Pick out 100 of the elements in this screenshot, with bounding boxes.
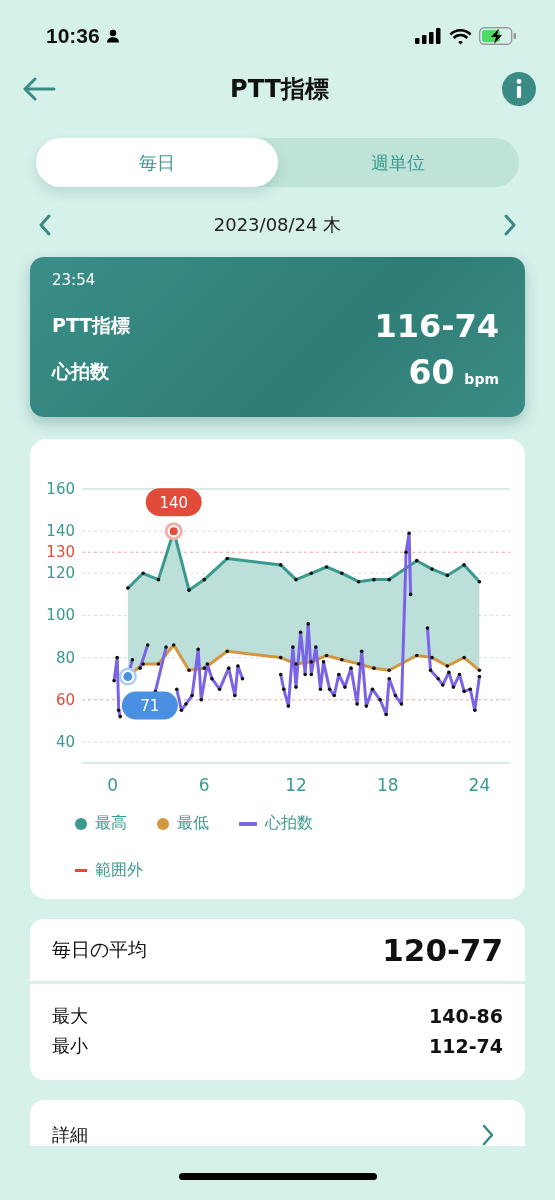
stat-label: 最小 — [52, 1034, 88, 1058]
data-point — [364, 704, 369, 708]
data-point — [451, 685, 456, 689]
data-point — [278, 672, 283, 677]
data-point — [468, 687, 473, 692]
person-icon — [105, 29, 120, 43]
data-point — [430, 655, 434, 660]
data-point — [199, 697, 204, 702]
legend-label: 心拍数 — [265, 813, 313, 834]
data-point — [445, 573, 450, 578]
data-point — [286, 704, 291, 708]
reading-value: 116-74 — [374, 307, 499, 345]
data-point — [477, 579, 482, 584]
data-point — [309, 571, 314, 576]
data-point — [430, 567, 434, 571]
details-row[interactable]: 詳細 — [30, 1100, 525, 1146]
data-point — [126, 586, 130, 590]
legend-label: 範囲外 — [95, 860, 143, 881]
data-point — [343, 685, 347, 689]
data-point — [145, 643, 150, 647]
legend-dot-icon — [75, 817, 87, 830]
data-point — [303, 672, 307, 677]
data-point — [407, 531, 411, 536]
data-point — [314, 645, 318, 649]
y-axis-label: 130 — [46, 543, 75, 562]
x-axis-label: 18 — [376, 775, 399, 795]
data-point — [190, 693, 194, 698]
info-button[interactable] — [501, 71, 537, 107]
data-point — [187, 668, 191, 673]
status-time: 10:36 — [46, 24, 100, 48]
next-day-button[interactable] — [503, 214, 517, 236]
data-point — [309, 672, 314, 677]
y-axis-label: 120 — [46, 564, 75, 583]
data-point — [306, 622, 311, 626]
data-point — [278, 563, 283, 567]
stat-label: 最大 — [52, 1004, 88, 1028]
data-point — [309, 660, 314, 664]
data-point — [294, 577, 298, 582]
peak-marker — [164, 522, 183, 541]
data-point — [324, 653, 329, 658]
data-point — [355, 702, 359, 706]
data-point — [298, 630, 303, 635]
data-point — [233, 693, 237, 698]
data-point — [281, 687, 286, 692]
data-point — [318, 687, 323, 692]
data-point — [184, 702, 188, 706]
data-point — [414, 653, 419, 658]
x-axis-label: 0 — [107, 775, 118, 795]
reading-time: 23:54 — [52, 271, 97, 289]
data-point — [387, 577, 392, 582]
data-point — [404, 550, 408, 555]
data-point — [414, 558, 419, 563]
period-tab[interactable]: 毎日 — [36, 138, 278, 187]
data-point — [291, 645, 295, 649]
y-axis-label: 140 — [46, 522, 75, 541]
data-point — [179, 708, 184, 713]
data-point — [217, 687, 222, 692]
data-point — [294, 685, 298, 689]
data-point — [240, 676, 245, 681]
legend-label: 最高 — [95, 813, 127, 834]
data-point — [112, 679, 116, 683]
stat-value: 140-86 — [429, 1005, 503, 1027]
data-point — [236, 664, 240, 668]
data-point — [356, 579, 361, 584]
data-point — [321, 660, 326, 664]
selected-point-marker[interactable] — [118, 667, 137, 686]
period-tab[interactable]: 週単位 — [277, 138, 519, 187]
data-point — [337, 672, 341, 677]
legend-label: 最低 — [177, 813, 209, 834]
selected-value-bubble: 71 — [121, 691, 178, 720]
data-point — [408, 592, 413, 597]
stat-value: 112-74 — [429, 1035, 503, 1057]
data-point — [384, 712, 388, 717]
data-point — [171, 643, 176, 647]
data-point — [370, 687, 375, 692]
chevron-right-icon — [503, 214, 517, 236]
wifi-icon — [449, 27, 472, 45]
previous-day-button[interactable] — [38, 214, 52, 236]
data-point — [359, 649, 364, 654]
data-point — [399, 702, 404, 706]
average-value: 120-77 — [382, 932, 503, 968]
data-point — [447, 670, 451, 675]
data-point — [372, 666, 376, 670]
data-point — [356, 662, 361, 666]
data-point — [462, 655, 466, 660]
y-axis-label: 40 — [55, 732, 75, 751]
y-axis-label: 160 — [46, 480, 75, 498]
data-point — [349, 666, 353, 670]
data-point — [156, 577, 161, 582]
data-point — [340, 571, 344, 576]
data-point — [436, 676, 440, 681]
page-title: PTT指標 — [230, 74, 329, 105]
reading-value: 60 — [408, 352, 455, 392]
data-point — [210, 676, 214, 681]
data-point — [387, 668, 392, 673]
data-point — [324, 565, 329, 569]
data-point — [294, 662, 298, 666]
data-point — [115, 655, 119, 660]
data-point — [278, 655, 283, 660]
data-point — [473, 708, 477, 713]
